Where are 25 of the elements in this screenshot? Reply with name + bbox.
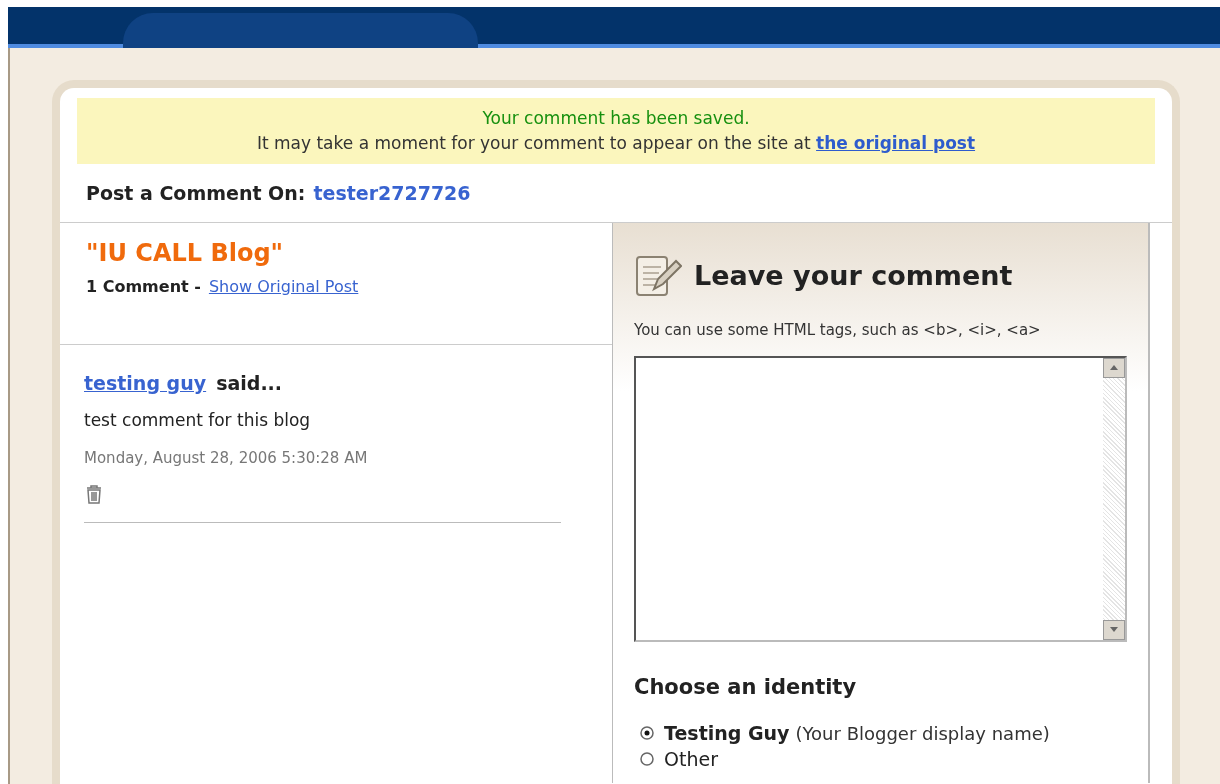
comment-body: test comment for this blog [84,408,312,432]
identity-note: (Your Blogger display name) [795,721,1050,746]
scroll-down-button[interactable] [1103,619,1125,640]
trash-icon[interactable] [84,483,104,504]
comment-count: 1 Comment - [86,276,201,298]
said-label: said... [216,371,283,396]
radio-button[interactable] [640,726,654,740]
scrollbar[interactable] [1103,357,1125,640]
blog-name-link[interactable]: tester2727726 [313,178,471,208]
comment-author-link[interactable]: testing guy [84,369,207,398]
post-comment-label: Post a Comment On: [86,180,306,206]
radio-button[interactable] [640,752,654,766]
html-tags-hint: You can use some HTML tags, such as <b>, <i>, <a> [634,320,1042,341]
original-post-link[interactable]: the original post [816,133,976,153]
post-title: "IU CALL Blog" [86,238,285,269]
down-arrow-icon [1110,627,1118,632]
scroll-up-button[interactable] [1103,357,1125,378]
up-arrow-icon [1110,365,1118,370]
comment-date: Monday, August 28, 2006 5:30:28 AM [84,448,369,469]
note-pencil-icon [634,253,682,299]
identity-heading: Choose an identity [634,673,858,701]
show-original-post-link[interactable]: Show Original Post [208,275,359,299]
notice-title: Your comment has been saved. [482,106,750,130]
form-title: Leave your comment [694,258,1013,293]
notice-message: It may take a moment for your comment to appear on the site at [256,133,811,153]
